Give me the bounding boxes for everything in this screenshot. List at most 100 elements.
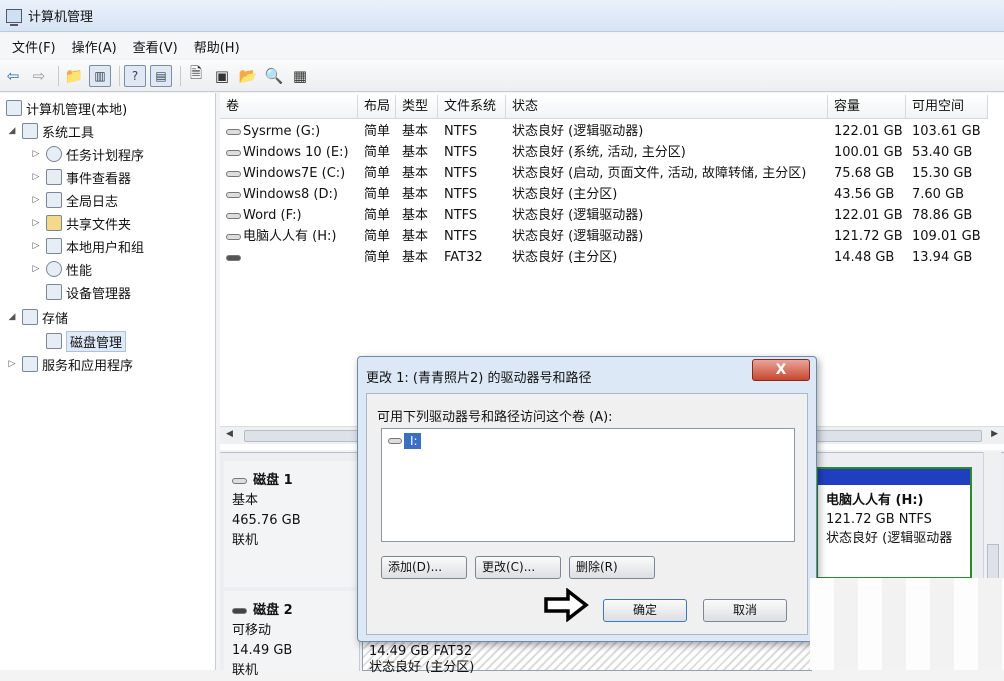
settings-icon[interactable]: ▦ xyxy=(289,65,311,87)
partition-h[interactable]: 电脑人人有 (H:) 121.72 GB NTFS 状态良好 (逻辑驱动器 xyxy=(816,467,972,579)
table-row[interactable]: Sysrme (G:) 简单 基本 NTFS 状态良好 (逻辑驱动器) 122.… xyxy=(220,121,1004,142)
storage-icon xyxy=(22,309,38,325)
collapse-arrow-icon[interactable]: ▷ xyxy=(30,195,42,205)
tree-event-viewer[interactable]: ▷ 事件查看器 xyxy=(30,166,131,188)
table-row[interactable]: Windows7E (C:) 简单 基本 NTFS 状态良好 (启动, 页面文件… xyxy=(220,163,1004,184)
collapse-arrow-icon[interactable]: ▷ xyxy=(30,172,42,182)
collapse-arrow-icon[interactable]: ▷ xyxy=(6,359,18,369)
drive-icon xyxy=(226,254,241,261)
removable-disk-icon xyxy=(232,607,247,614)
shared-folder-icon xyxy=(46,215,62,231)
table-row[interactable]: Windows 10 (E:) 简单 基本 NTFS 状态良好 (系统, 活动,… xyxy=(220,142,1004,163)
toolbar-separator xyxy=(119,65,120,86)
users-icon xyxy=(46,238,62,254)
tree-shared-folders[interactable]: ▷ 共享文件夹 xyxy=(30,212,131,234)
tree-disk-management[interactable]: 磁盘管理 xyxy=(42,330,127,352)
disk-management-icon xyxy=(46,333,62,349)
dialog-title: 更改 1: (青青照片2) 的驱动器号和路径 xyxy=(366,371,592,386)
disk-icon xyxy=(232,477,247,484)
volume-rows: Sysrme (G:) 简单 基本 NTFS 状态良好 (逻辑驱动器) 122.… xyxy=(220,121,1004,268)
window-title: 计算机管理 xyxy=(28,10,94,25)
list-item[interactable]: I: xyxy=(388,433,421,449)
column-status[interactable]: 状态 xyxy=(506,95,828,119)
collapse-arrow-icon[interactable]: ▷ xyxy=(30,218,42,228)
scroll-right-icon[interactable]: ▶ xyxy=(991,429,998,439)
ok-button[interactable]: 确定 xyxy=(603,599,687,622)
drive-icon xyxy=(226,191,241,198)
column-free-space[interactable]: 可用空间 xyxy=(906,95,988,119)
tree-root[interactable]: 计算机管理(本地) xyxy=(2,97,127,119)
tree-services[interactable]: ▷ 服务和应用程序 xyxy=(6,353,133,375)
add-button[interactable]: 添加(D)... xyxy=(381,556,467,579)
drive-icon xyxy=(388,438,402,444)
drive-icon xyxy=(226,128,241,135)
partition-removable[interactable]: 14.49 GB FAT32 状态良好 (主分区) xyxy=(362,641,812,675)
up-folder-icon[interactable]: 📁 xyxy=(63,65,85,87)
show-hide-tree-icon[interactable]: ▥ xyxy=(89,64,111,87)
properties-icon[interactable]: 🗎 xyxy=(185,64,207,87)
column-capacity[interactable]: 容量 xyxy=(828,95,906,119)
disk-action-icon[interactable]: ▣ xyxy=(211,65,233,87)
menu-view[interactable]: 查看(V) xyxy=(125,37,186,56)
tree-device-manager[interactable]: 设备管理器 xyxy=(42,281,131,303)
disk-2-label[interactable]: 磁盘 2 可移动 14.49 GB 联机 xyxy=(224,591,360,678)
search-icon[interactable]: 🔍 xyxy=(263,65,285,87)
collapse-arrow-icon[interactable]: ▷ xyxy=(30,241,42,251)
toolbar-separator xyxy=(180,65,181,86)
view-icon[interactable]: ▤ xyxy=(150,64,172,87)
change-button[interactable]: 更改(C)... xyxy=(475,556,561,579)
clock-icon xyxy=(46,146,62,162)
toolbar: ⇦ ⇨ 📁 ▥ ? ▤ 🗎 ▣ 📂 🔍 ▦ xyxy=(0,60,1004,92)
menu-help[interactable]: 帮助(H) xyxy=(186,37,248,56)
menu-file[interactable]: 文件(F) xyxy=(4,37,64,56)
services-icon xyxy=(22,356,38,372)
tree-system-tools[interactable]: ◢ 系统工具 xyxy=(6,120,94,142)
log-icon xyxy=(46,192,62,208)
cancel-button[interactable]: 取消 xyxy=(703,599,787,622)
table-row[interactable]: 简单 基本 FAT32 状态良好 (主分区) 14.48 GB 13.94 GB xyxy=(220,247,1004,268)
close-button[interactable]: X xyxy=(752,359,810,381)
tree-performance[interactable]: ▷ 性能 xyxy=(30,258,92,280)
drive-path-list[interactable]: I: xyxy=(381,428,795,542)
device-manager-icon xyxy=(46,284,62,300)
table-row[interactable]: 电脑人人有 (H:) 简单 基本 NTFS 状态良好 (逻辑驱动器) 121.7… xyxy=(220,226,1004,247)
title-bar: 计算机管理 xyxy=(0,0,1004,32)
back-arrow-icon[interactable]: ⇦ xyxy=(2,65,24,87)
computer-management-icon xyxy=(6,100,22,116)
volume-list-header: 卷 布局 类型 文件系统 状态 容量 可用空间 xyxy=(220,95,1004,119)
computer-management-icon xyxy=(6,8,22,26)
expand-arrow-icon[interactable]: ◢ xyxy=(6,312,18,322)
collapse-arrow-icon[interactable]: ▷ xyxy=(30,264,42,274)
table-row[interactable]: Word (F:) 简单 基本 NTFS 状态良好 (逻辑驱动器) 122.01… xyxy=(220,205,1004,226)
performance-icon xyxy=(46,261,62,277)
navigation-tree: 计算机管理(本地) ◢ 系统工具 ▷ 任务计划程序 ▷ 事件查看器 ▷ 全局日志… xyxy=(0,93,216,670)
drive-icon xyxy=(226,170,241,177)
drive-icon xyxy=(226,233,241,240)
partition-bar xyxy=(818,469,970,485)
forward-arrow-icon[interactable]: ⇨ xyxy=(28,65,50,87)
help-icon[interactable]: ? xyxy=(124,64,146,87)
drive-icon xyxy=(226,149,241,156)
column-layout[interactable]: 布局 xyxy=(358,95,396,119)
drive-icon xyxy=(226,212,241,219)
table-row[interactable]: Windows8 (D:) 简单 基本 NTFS 状态良好 (主分区) 43.5… xyxy=(220,184,1004,205)
menu-action[interactable]: 操作(A) xyxy=(64,37,125,56)
tree-task-scheduler[interactable]: ▷ 任务计划程序 xyxy=(30,143,144,165)
remove-button[interactable]: 删除(R) xyxy=(569,556,655,579)
tree-local-users[interactable]: ▷ 本地用户和组 xyxy=(30,235,144,257)
event-viewer-icon xyxy=(46,169,62,185)
expand-arrow-icon[interactable]: ◢ xyxy=(6,126,18,136)
menu-bar: 文件(F) 操作(A) 查看(V) 帮助(H) xyxy=(0,33,1004,59)
tree-storage[interactable]: ◢ 存储 xyxy=(6,306,68,328)
tree-log[interactable]: ▷ 全局日志 xyxy=(30,189,118,211)
open-folder-icon[interactable]: 📂 xyxy=(237,65,259,87)
column-type[interactable]: 类型 xyxy=(396,95,438,119)
tools-icon xyxy=(22,123,38,139)
column-volume[interactable]: 卷 xyxy=(220,95,358,119)
toolbar-separator xyxy=(58,65,59,86)
disk-1-label[interactable]: 磁盘 1 基本 465.76 GB 联机 xyxy=(224,461,360,587)
pointer-arrow-icon xyxy=(544,588,589,622)
scroll-left-icon[interactable]: ◀ xyxy=(226,429,233,439)
column-filesystem[interactable]: 文件系统 xyxy=(438,95,506,119)
collapse-arrow-icon[interactable]: ▷ xyxy=(30,149,42,159)
